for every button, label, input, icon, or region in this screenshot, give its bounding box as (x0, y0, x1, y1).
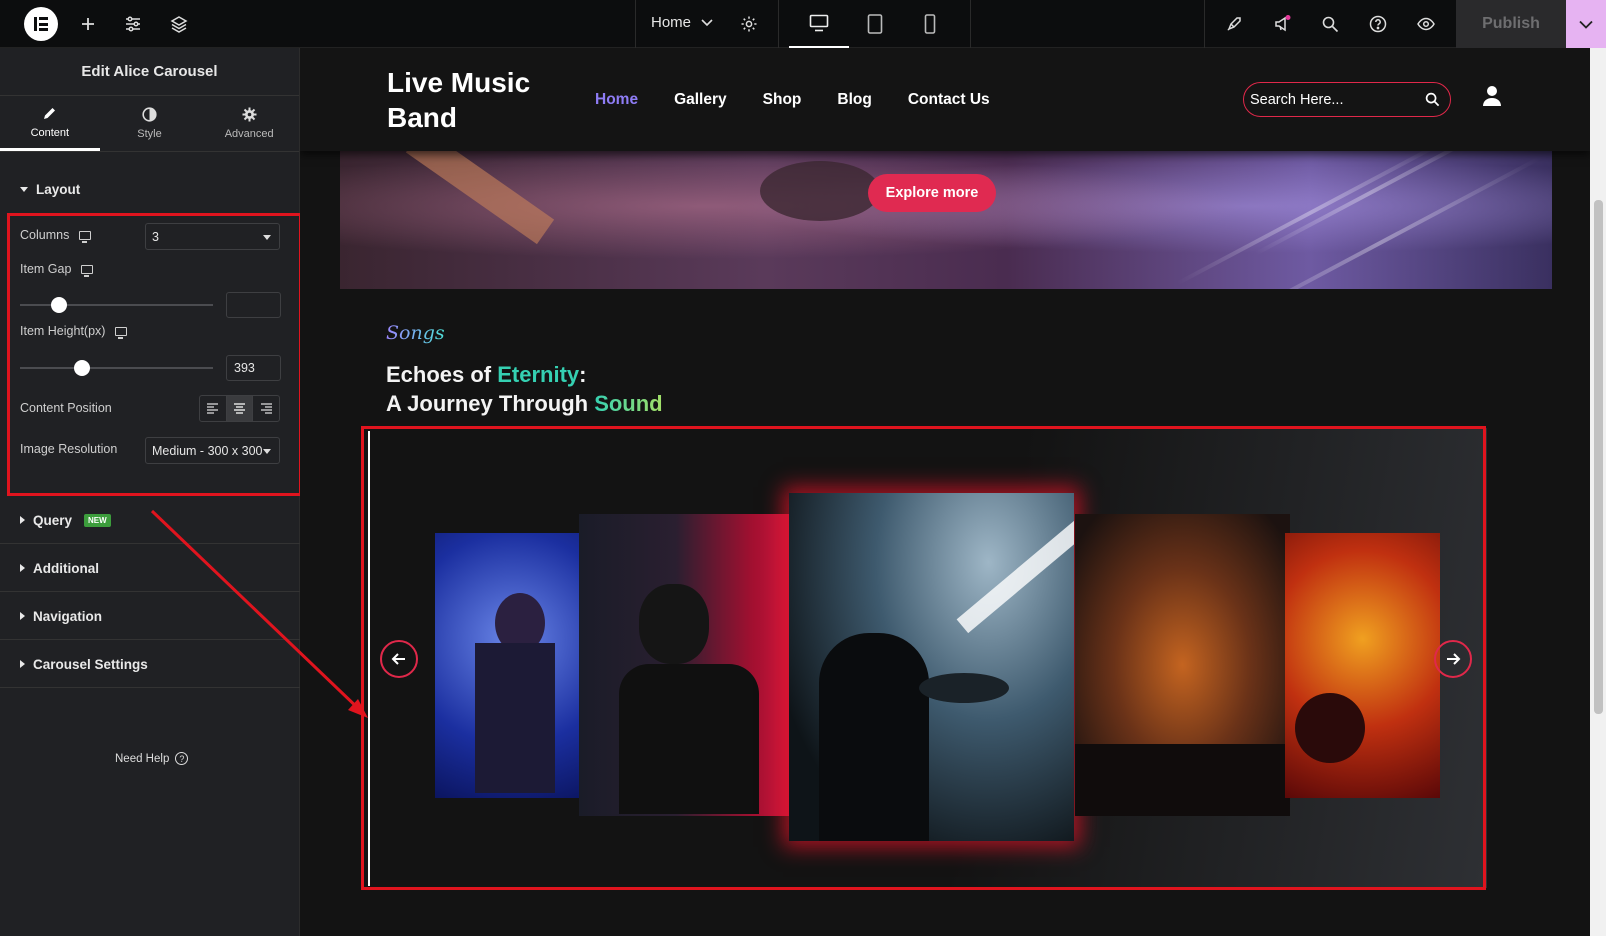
caret-right-icon (20, 564, 25, 572)
chevron-down-icon (1579, 20, 1593, 29)
nav-shop[interactable]: Shop (763, 91, 802, 109)
site-header: Live Music Band Home Gallery Shop Blog C… (300, 48, 1590, 151)
caret-right-icon (20, 612, 25, 620)
caret-right-icon (20, 516, 25, 524)
tab-content[interactable]: Content (0, 96, 100, 151)
nav-blog[interactable]: Blog (837, 91, 871, 109)
publish-options-button[interactable] (1566, 0, 1606, 48)
mobile-view-button[interactable] (900, 0, 960, 48)
hero-banner-image (340, 151, 1552, 289)
tablet-icon (867, 14, 883, 34)
search-icon[interactable] (1425, 92, 1440, 107)
gear-icon (242, 107, 257, 122)
tab-advanced-label: Advanced (224, 128, 274, 140)
query-section-label: Query (33, 512, 73, 528)
need-help-label: Need Help (115, 752, 170, 765)
caret-right-icon (20, 660, 25, 668)
help-icon[interactable] (1366, 12, 1390, 36)
chevron-down-icon (701, 18, 713, 26)
tab-style-label: Style (137, 128, 162, 140)
carousel-settings-section-label: Carousel Settings (33, 656, 148, 672)
eye-icon[interactable] (1414, 12, 1438, 36)
navigation-section-label: Navigation (33, 608, 103, 624)
user-icon[interactable] (1480, 84, 1504, 108)
heading-line1-a: Echoes of (386, 362, 498, 387)
layers-icon[interactable] (167, 12, 191, 36)
carousel-settings-section-header[interactable]: Carousel Settings (0, 641, 300, 688)
plus-icon[interactable] (76, 12, 100, 36)
desktop-view-button[interactable] (789, 0, 849, 48)
panel-title: Edit Alice Carousel (0, 48, 299, 96)
panel-tabs: Content Style Advanced (0, 96, 299, 152)
sliders-icon[interactable] (121, 12, 145, 36)
annotation-highlight-box (7, 213, 302, 496)
editor-panel: Edit Alice Carousel Content Style Advanc… (0, 48, 302, 936)
page-selector[interactable]: Home (651, 14, 713, 31)
navigation-section-header[interactable]: Navigation (0, 593, 300, 640)
heading-line1-c: : (579, 362, 587, 387)
elementor-logo-icon[interactable] (24, 7, 58, 41)
search-icon[interactable] (1318, 12, 1342, 36)
tablet-view-button[interactable] (845, 0, 905, 48)
pencil-icon (44, 107, 56, 119)
heading-line2-a: A Journey Through (386, 391, 595, 416)
search-placeholder: Search Here... (1250, 91, 1344, 108)
heading-line1-highlight: Eternity (497, 362, 580, 387)
songs-label: Songs (386, 322, 445, 344)
site-brand[interactable]: Live Music Band (387, 65, 567, 135)
canvas-scrollbar-thumb[interactable] (1594, 200, 1603, 714)
editor-topbar: Home Publish (0, 0, 1606, 48)
heading-line2-highlight: Sound (594, 391, 663, 416)
caret-down-icon (20, 187, 28, 192)
need-help-link[interactable]: Need Help ? (115, 752, 189, 765)
query-section-header[interactable]: Query NEW (0, 497, 300, 544)
annotation-highlight-box (361, 426, 1486, 890)
tab-style[interactable]: Style (100, 96, 200, 151)
preview-canvas: Live Music Band Home Gallery Shop Blog C… (300, 48, 1590, 936)
layout-section-label: Layout (36, 182, 81, 197)
nav-contact-us[interactable]: Contact Us (908, 91, 990, 109)
mobile-icon (924, 14, 936, 34)
megaphone-icon[interactable] (1270, 12, 1294, 36)
explore-more-button[interactable]: Explore more (868, 174, 996, 212)
nav-home[interactable]: Home (595, 91, 638, 109)
rocket-icon[interactable] (1222, 12, 1246, 36)
page-name: Home (651, 14, 692, 31)
nav-gallery[interactable]: Gallery (674, 91, 727, 109)
layout-section-header[interactable]: Layout (0, 182, 80, 197)
tab-content-label: Content (30, 126, 70, 139)
site-search-input[interactable]: Search Here... (1243, 82, 1451, 117)
additional-section-label: Additional (33, 560, 99, 576)
additional-section-header[interactable]: Additional (0, 545, 300, 592)
section-heading: Echoes of Eternity: A Journey Through So… (386, 360, 663, 418)
new-badge: NEW (84, 513, 111, 527)
site-nav: Home Gallery Shop Blog Contact Us (595, 91, 990, 109)
help-icon: ? (175, 752, 189, 765)
desktop-icon (809, 14, 829, 32)
tab-advanced[interactable]: Advanced (199, 96, 299, 151)
publish-button[interactable]: Publish (1456, 0, 1566, 48)
contrast-icon (142, 107, 157, 122)
gear-icon[interactable] (737, 12, 761, 36)
